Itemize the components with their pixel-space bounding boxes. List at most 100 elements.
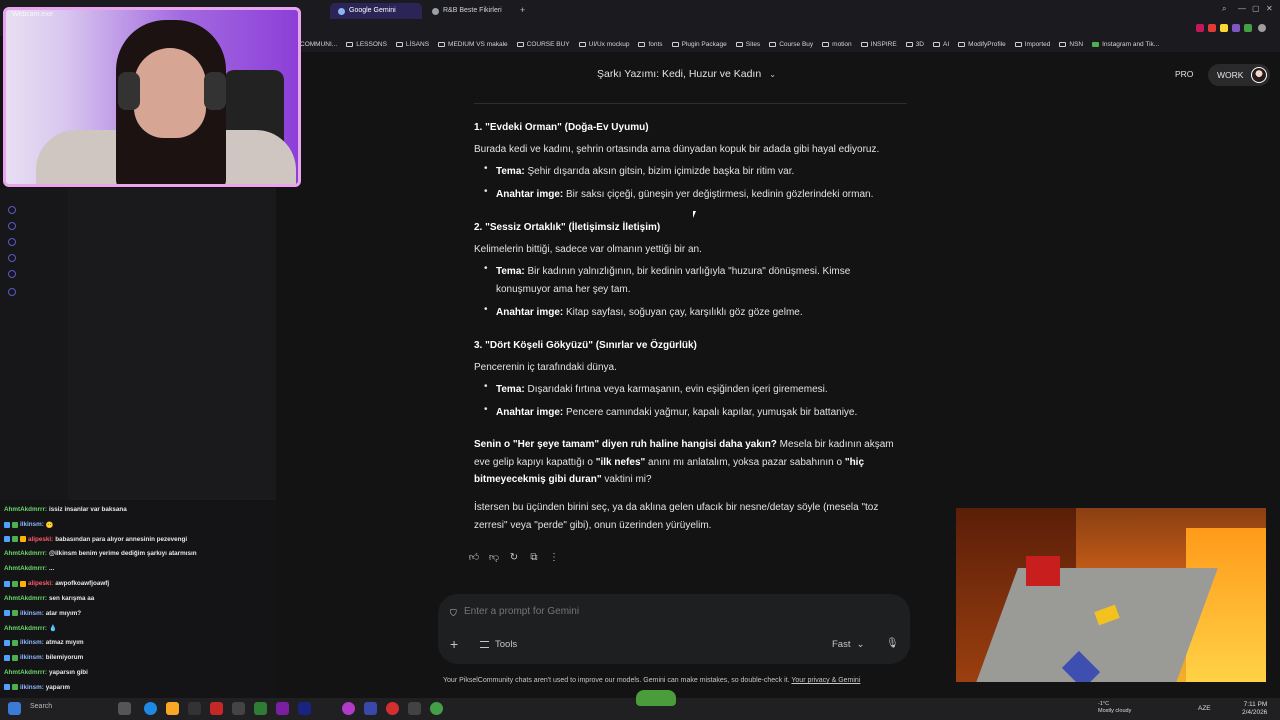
chat-username[interactable]: AhmtAkdmrrr: [4, 506, 47, 513]
sidebar-icon[interactable] [8, 206, 16, 214]
bookmark-item[interactable]: AI [933, 41, 949, 48]
pro-badge[interactable]: PRO [1175, 69, 1193, 79]
chat-username[interactable]: AhmtAkdmrrr: [4, 565, 47, 572]
chat-username[interactable]: ilkinsm: [20, 610, 44, 617]
browser-icon[interactable] [342, 702, 355, 715]
app-icon[interactable] [188, 702, 201, 715]
after-effects-icon[interactable] [298, 702, 311, 715]
chat-badge-icon [4, 684, 10, 691]
work-account-button[interactable]: WORK [1208, 64, 1270, 86]
privacy-link[interactable]: Your privacy & Gemini [791, 677, 860, 684]
app-icon[interactable] [364, 702, 377, 715]
minimize-icon[interactable]: — [1238, 4, 1246, 13]
profile-icon[interactable] [1258, 24, 1266, 32]
close-window-icon[interactable]: ✕ [1266, 4, 1273, 13]
heart-icon[interactable] [8, 222, 16, 230]
new-tab-button[interactable]: + [520, 5, 525, 15]
bookmark-item[interactable]: MEDIUM VS makale [438, 41, 508, 48]
bookmark-item[interactable]: Course Buy [769, 41, 813, 48]
extension-icon[interactable] [1244, 24, 1252, 32]
bookmark-item[interactable]: INSPIRE [860, 41, 897, 48]
bookmark-item[interactable]: 3D [905, 41, 924, 48]
bookmark-item[interactable]: fonts [638, 41, 663, 48]
bookmark-item[interactable]: UI/Ux mockup [578, 41, 629, 48]
maximize-icon[interactable]: ▢ [1252, 4, 1260, 13]
microphone-icon[interactable]: 🎙︎ [886, 638, 899, 649]
app-icon[interactable] [430, 702, 443, 715]
app-icon[interactable] [276, 702, 289, 715]
chat-text: @ilkinsm benim yerime dediğim şarkıyı at… [49, 550, 197, 558]
add-attachment-button[interactable]: + [450, 636, 458, 652]
folder-icon [860, 41, 868, 47]
weather-widget[interactable]: -1°C Mostly cloudy [1098, 701, 1131, 715]
download-icon[interactable] [8, 254, 16, 262]
search-tabs-icon[interactable]: ⌕ [1222, 4, 1226, 14]
chat-badge-icon [4, 536, 10, 543]
chat-badge-icon [12, 654, 18, 661]
bookmark-item[interactable]: COURSE BUY [516, 41, 570, 48]
bookmark-item[interactable]: LİSANS [395, 41, 429, 48]
conversation-title[interactable]: Şarkı Yazımı: Kedi, Huzur ve Kadın ⌄ [597, 68, 776, 80]
bookmark-item[interactable]: LESSONS [346, 41, 387, 48]
chat-username[interactable]: ilkinsm: [20, 521, 44, 528]
history-icon[interactable] [8, 238, 16, 246]
settings-icon[interactable] [8, 288, 16, 296]
mode-selector[interactable]: Fast ⌄ [832, 639, 864, 650]
chat-badge-icon [12, 580, 18, 587]
clock[interactable]: 7:11 PM 2/4/2026 [1242, 701, 1267, 717]
thumbs-up-icon[interactable]: 👍︎ [468, 552, 480, 564]
app-icon[interactable] [254, 702, 267, 715]
chat-username[interactable]: AhmtAkdmrrr: [4, 669, 47, 676]
taskbar-search[interactable]: Search [30, 703, 52, 710]
more-options-icon[interactable]: ⋮ [548, 552, 560, 564]
chat-username[interactable]: AhmtAkdmrrr: [4, 625, 47, 632]
file-explorer-icon[interactable] [166, 702, 179, 715]
bookmark-item[interactable]: Imported [1014, 41, 1050, 48]
chat-username[interactable]: alipeski: [28, 580, 53, 587]
app-icon[interactable] [408, 702, 421, 715]
bookmark-item[interactable]: NSN [1059, 41, 1083, 48]
chat-username[interactable]: ilkinsm: [20, 654, 44, 661]
extension-icon[interactable] [1220, 24, 1228, 32]
acrobat-icon[interactable] [210, 702, 223, 715]
chat-username[interactable]: AhmtAkdmrrr: [4, 595, 47, 602]
language-indicator[interactable]: AZE [1198, 705, 1211, 713]
bookmark-item[interactable]: Plugin Package [671, 41, 727, 48]
opera-icon[interactable] [386, 702, 399, 715]
regenerate-icon[interactable]: ↻ [508, 552, 520, 564]
bookmark-item[interactable]: Sites [735, 41, 760, 48]
section-3-bullet-2: Anahtar imge: Pencere camındaki yağmur, … [496, 407, 858, 418]
chat-username[interactable]: alipeski: [28, 536, 53, 543]
clock-date: 2/4/2026 [1242, 709, 1268, 716]
bookmark-item[interactable]: COMMUNI... [300, 41, 337, 48]
extension-icon[interactable] [1232, 24, 1240, 32]
chevron-down-icon: ⌄ [769, 69, 776, 79]
thumbs-down-icon[interactable]: 👎︎ [488, 552, 500, 564]
extension-icon[interactable] [1208, 24, 1216, 32]
bookmark-item[interactable]: motion [822, 41, 852, 48]
chat-username[interactable]: AhmtAkdmrrr: [4, 550, 47, 557]
bullet-icon: • [484, 186, 488, 197]
section-1-title: 1. "Evdeki Orman" (Doğa-Ev Uyumu) [474, 122, 649, 133]
shield-icon: ⛉ [450, 608, 457, 618]
chat-text: ... [49, 565, 55, 573]
tab-google-gemini[interactable]: Google Gemini [330, 3, 422, 19]
edge-icon[interactable] [144, 702, 157, 715]
chat-message: ilkinsm: bilemiyorum [4, 654, 83, 661]
section-3-desc: Pencerenin iç tarafındaki dünya. [474, 362, 617, 373]
chat-username[interactable]: ilkinsm: [20, 684, 44, 691]
chat-message: alipeski: awpofkoawfjoawfj [4, 580, 109, 587]
windows-start-icon[interactable] [8, 702, 21, 715]
bullet-icon: • [484, 263, 488, 274]
copy-icon[interactable]: ⧉ [528, 552, 540, 564]
extension-icon[interactable] [1196, 24, 1204, 32]
app-icon[interactable] [232, 702, 245, 715]
bookmark-item[interactable]: Instagram and Tik... [1092, 41, 1159, 48]
tab-rnb-beste[interactable]: R&B Beste Fikirleri [424, 3, 516, 19]
chat-icon[interactable] [8, 270, 16, 278]
prompt-input[interactable] [464, 606, 864, 617]
taskview-icon[interactable] [118, 702, 131, 715]
tools-button[interactable]: Tools [480, 639, 517, 650]
chat-username[interactable]: ilkinsm: [20, 639, 44, 646]
bookmark-item[interactable]: ModifyProfile [958, 41, 1006, 48]
